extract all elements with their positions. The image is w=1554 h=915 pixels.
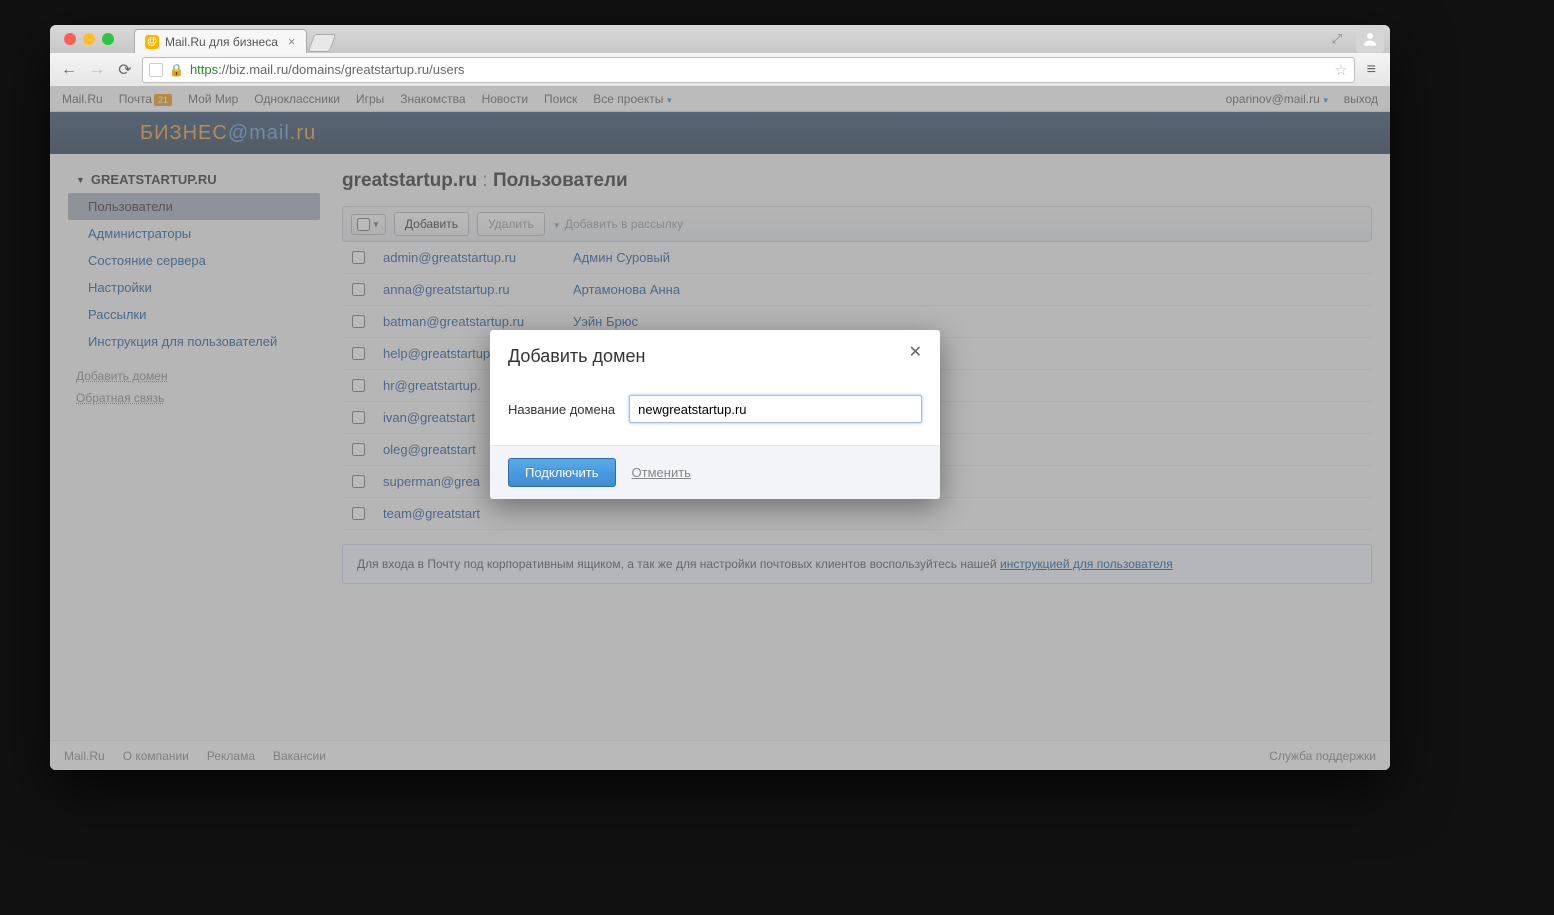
url-scheme: https	[190, 62, 218, 77]
tab-close-icon[interactable]: ×	[288, 34, 296, 49]
close-icon[interactable]: ✕	[909, 345, 922, 361]
window-minimize-button[interactable]	[83, 33, 95, 45]
tab-title: Mail.Ru для бизнеса	[165, 35, 278, 49]
window-controls	[58, 25, 134, 53]
domain-name-label: Название домена	[508, 402, 615, 417]
window-zoom-button[interactable]	[102, 33, 114, 45]
browser-tab[interactable]: @ Mail.Ru для бизнеса ×	[134, 29, 307, 53]
add-domain-modal: Добавить домен ✕ Название домена Подключ…	[490, 330, 940, 499]
connect-button[interactable]: Подключить	[508, 458, 616, 487]
forward-button[interactable]: →	[86, 59, 108, 81]
favicon-icon: @	[145, 35, 159, 49]
back-button[interactable]: ←	[58, 59, 80, 81]
modal-footer: Подключить Отменить	[490, 445, 940, 499]
new-tab-button[interactable]	[307, 34, 336, 52]
url-path: ://biz.mail.ru/domains/greatstartup.ru/u…	[218, 62, 464, 77]
modal-header: Добавить домен ✕	[490, 330, 940, 377]
cancel-link[interactable]: Отменить	[632, 465, 691, 480]
modal-title: Добавить домен	[508, 346, 645, 367]
reload-button[interactable]: ⟳	[114, 59, 136, 81]
modal-body: Название домена	[490, 377, 940, 445]
browser-menu-button[interactable]: ≡	[1361, 61, 1382, 79]
browser-toolbar: ← → ⟳ 🔒 https://biz.mail.ru/domains/grea…	[50, 53, 1390, 87]
bookmark-icon[interactable]: ☆	[1334, 61, 1347, 79]
domain-name-input[interactable]	[629, 395, 922, 423]
profile-avatar[interactable]	[1356, 25, 1384, 53]
lock-icon: 🔒	[169, 63, 184, 77]
window-close-button[interactable]	[64, 33, 76, 45]
site-info-icon[interactable]	[149, 63, 163, 77]
browser-tab-strip: @ Mail.Ru для бизнеса × ⤢	[50, 25, 1390, 53]
browser-window: @ Mail.Ru для бизнеса × ⤢ ← → ⟳ 🔒 https:…	[50, 25, 1390, 770]
fullscreen-icon[interactable]: ⤢	[1332, 31, 1342, 47]
address-bar[interactable]: 🔒 https://biz.mail.ru/domains/greatstart…	[142, 57, 1355, 83]
